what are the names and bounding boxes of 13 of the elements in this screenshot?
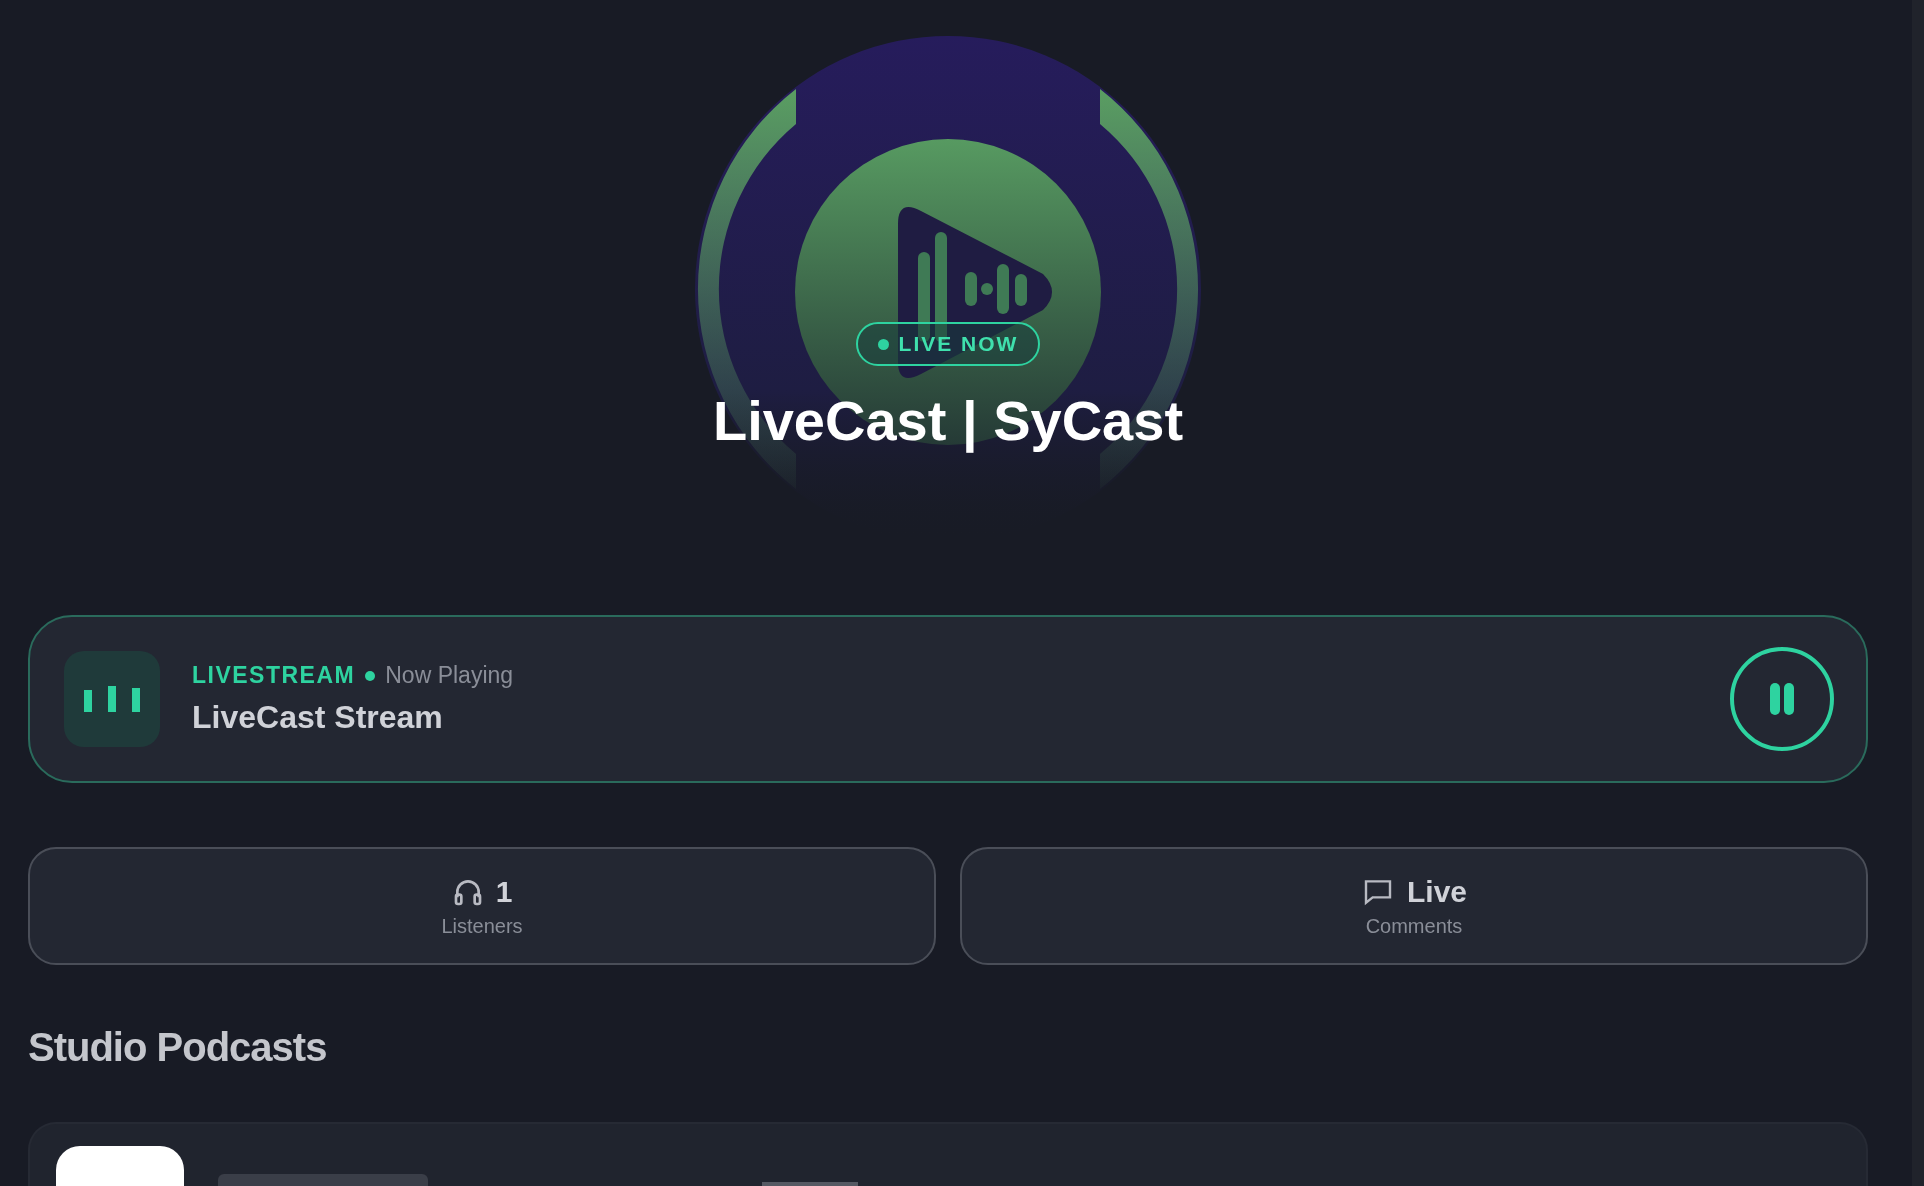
stat-value: Live: [1407, 874, 1467, 909]
station-title: LiveCast | SyCast: [712, 388, 1184, 453]
pause-button[interactable]: [1730, 647, 1834, 752]
live-badge: LIVE NOW: [855, 322, 1041, 366]
section-heading: Studio Podcasts: [28, 1025, 328, 1070]
stat-value: 1: [495, 874, 513, 909]
separator-dot: [365, 670, 376, 681]
status-label: Now Playing: [385, 662, 514, 690]
equalizer-icon: [64, 651, 160, 748]
stream-title: LiveCast Stream: [192, 699, 444, 737]
stat-label: Listeners: [441, 914, 523, 938]
stat-label: Comments: [1365, 914, 1463, 938]
category-label: LIVESTREAM: [192, 662, 356, 690]
